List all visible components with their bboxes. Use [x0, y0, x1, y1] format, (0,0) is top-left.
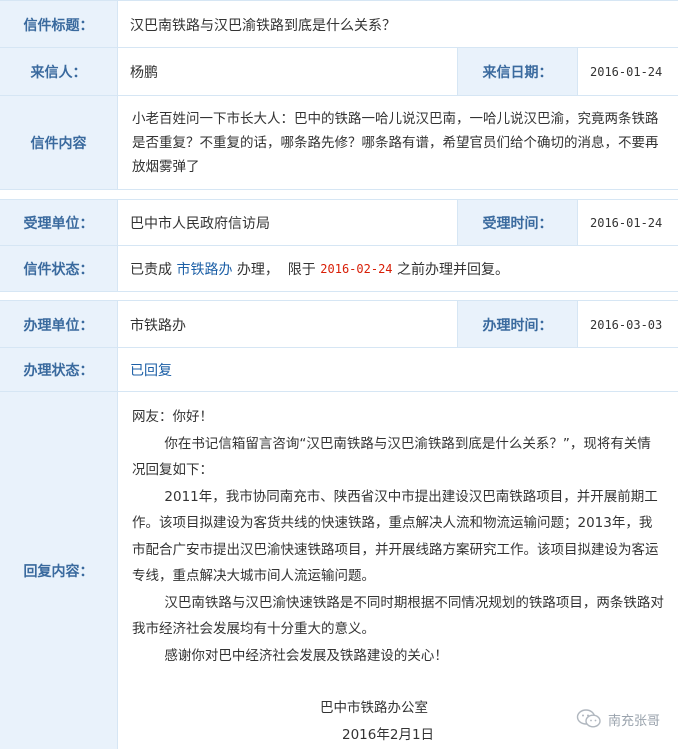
handle-time-label: 办理时间： [457, 301, 578, 348]
status-mid-text: 办理， 限于 [236, 261, 316, 278]
reply-content: 网友：你好！ 你在书记信箱留言咨询“汉巴南铁路与汉巴渝铁路到底是什么关系？”，现… [118, 392, 678, 749]
letter-date-value: 2016-01-24 [590, 65, 663, 79]
handle-unit-label: 办理单位： [0, 301, 118, 348]
accept-unit-row: 受理单位： 巴中市人民政府信访局 受理时间： 2016-01-24 [0, 199, 678, 246]
letter-title-row: 信件标题： 汉巴南铁路与汉巴渝铁路到底是什么关系？ [0, 0, 678, 48]
assigned-dept-link[interactable]: 市铁路办 [176, 259, 232, 279]
sender-value: 杨鹏 [130, 65, 158, 81]
reply-spacer [132, 669, 664, 695]
status-post-text: 之前办理并回复。 [396, 261, 509, 278]
handle-unit-row: 办理单位： 市铁路办 办理时间： 2016-03-03 [0, 300, 678, 348]
content-row: 信件内容 小老百姓问一下市长大人：巴中的铁路一哈儿说汉巴南，一哈儿说汉巴渝，究竟… [0, 95, 678, 190]
reply-label: 回复内容： [0, 392, 118, 749]
status-pre-text: 已责成 [130, 261, 172, 278]
letter-status-value: 已责成 市铁路办 办理， 限于 2016-02-24 之前办理并回复。 [118, 246, 678, 291]
handle-status-row: 办理状态： 已回复 [0, 347, 678, 392]
handle-status-value: 已回复 [118, 348, 678, 392]
handle-unit-value: 市铁路办 [130, 317, 186, 334]
accept-unit-label: 受理单位： [0, 200, 118, 246]
letter-date-label: 来信日期： [457, 48, 578, 96]
content-value: 小老百姓问一下市长大人：巴中的铁路一哈儿说汉巴南，一哈儿说汉巴渝，究竟两条铁路是… [118, 96, 678, 189]
reply-row: 回复内容： 网友：你好！ 你在书记信箱留言咨询“汉巴南铁路与汉巴渝铁路到底是什么… [0, 391, 678, 749]
content-label: 信件内容 [0, 96, 118, 189]
sender-label: 来信人： [0, 48, 118, 96]
handle-status-label: 办理状态： [0, 348, 118, 392]
letter-status-label: 信件状态： [0, 246, 118, 291]
letter-title-label: 信件标题： [0, 1, 118, 48]
reply-paragraph-2: 2011年，我市协同南充市、陕西省汉中市提出建设汉巴南铁路项目，并开展前期工作。… [132, 488, 659, 585]
accept-unit-value: 巴中市人民政府信访局 [130, 216, 270, 232]
accept-time-label: 受理时间： [457, 200, 578, 246]
reply-greeting: 网友：你好！ [132, 409, 213, 425]
handle-time-value: 2016-03-03 [590, 317, 663, 332]
deadline-date: 2016-02-24 [320, 261, 393, 276]
sender-row: 来信人： 杨鹏 来信日期： 2016-01-24 [0, 47, 678, 96]
letter-status-row: 信件状态： 已责成 市铁路办 办理， 限于 2016-02-24 之前办理并回复… [0, 245, 678, 292]
watermark: 南充张哥 [576, 708, 660, 730]
reply-paragraph-3: 汉巴南铁路与汉巴渝快速铁路是不同时期根据不同情况规划的铁路项目，两条铁路对我市经… [132, 594, 664, 638]
watermark-text: 南充张哥 [607, 713, 660, 729]
reply-paragraph-4: 感谢你对巴中经济社会发展及铁路建设的关心！ [164, 647, 448, 664]
reply-paragraph-1: 你在书记信箱留言咨询“汉巴南铁路与汉巴渝铁路到底是什么关系？”，现将有关情况回复… [132, 435, 651, 479]
letter-title-value: 汉巴南铁路与汉巴渝铁路到底是什么关系？ [130, 17, 396, 34]
accept-time-value: 2016-01-24 [590, 216, 663, 230]
wechat-icon [576, 708, 602, 730]
replied-status-link[interactable]: 已回复 [130, 360, 172, 380]
content-text: 小老百姓问一下市长大人：巴中的铁路一哈儿说汉巴南，一哈儿说汉巴渝，究竟两条铁路是… [132, 110, 659, 175]
